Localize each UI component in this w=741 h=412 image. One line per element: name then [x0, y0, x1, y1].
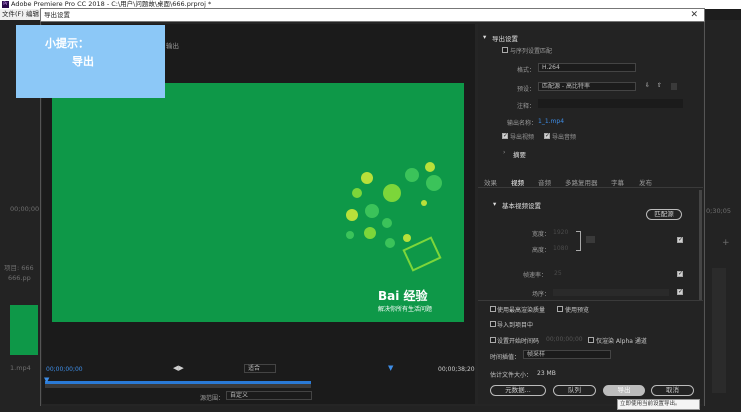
menu-file[interactable]: 文件(F)	[2, 9, 24, 20]
cancel-button[interactable]: 取消	[651, 385, 694, 396]
comment-input[interactable]	[538, 99, 683, 108]
bg-timecode-left: 00;00;00	[10, 205, 40, 213]
start-tc-value[interactable]: 00;00;00;00	[546, 336, 583, 343]
bg-add-icon: +	[722, 238, 730, 248]
close-icon[interactable]: ✕	[690, 9, 698, 21]
import-preset-icon[interactable]: ⇧	[657, 82, 662, 89]
tab-multiplexer[interactable]: 多路复用器	[565, 177, 598, 187]
dialog-title: 导出设置	[44, 11, 70, 19]
mark-in-icon[interactable]: ◀▶	[173, 364, 184, 372]
tip-body: 导出	[72, 55, 94, 68]
output-name-link[interactable]: 1_1.mp4	[538, 118, 564, 125]
bg-project-label: 项目: 666	[4, 264, 34, 272]
queue-button[interactable]: 队列	[553, 385, 596, 396]
output-name-label: 输出名称：	[507, 120, 538, 127]
export-video-label: 导出视频	[510, 134, 535, 141]
render-alpha-label: 仅渲染 Alpha 通道	[596, 338, 647, 345]
field-order-select[interactable]	[553, 289, 669, 296]
export-audio-checkbox[interactable]	[544, 132, 550, 139]
format-label: 格式：	[517, 67, 536, 74]
timeline-marker-icon[interactable]: ▼	[388, 364, 393, 372]
tab-effects[interactable]: 效果	[484, 177, 497, 187]
export-video-checkbox[interactable]	[502, 132, 508, 139]
bg-clip-label: 1.mp4	[10, 364, 31, 372]
use-previews-label: 使用预览	[565, 307, 590, 314]
time-interp-label: 时间插值：	[490, 354, 521, 361]
premiere-app-icon: Pr	[2, 1, 9, 8]
export-tooltip: 立即使用当前设置导出。	[617, 399, 700, 410]
dialog-title-bar: 导出设置 ✕	[40, 8, 705, 22]
settings-scrollbar[interactable]	[699, 190, 702, 300]
bg-file-label: 666.pp	[8, 274, 31, 282]
fit-select[interactable]: 适合	[244, 364, 276, 373]
tip-overlay: 小提示： 导出	[16, 25, 165, 98]
timecode-start[interactable]: 00;00;00;00	[46, 366, 83, 373]
height-value[interactable]: 1080	[553, 245, 568, 252]
tab-captions[interactable]: 字幕	[611, 177, 624, 187]
bottom-divider	[478, 300, 703, 301]
bg-timecode-right: 0;30;05	[706, 207, 732, 215]
brand-text: Bai 经验	[378, 289, 428, 303]
brand-slogan: 解决你所有生活问题	[378, 306, 433, 313]
save-preset-icon[interactable]: ⇩	[645, 82, 650, 89]
basic-video-header: 基本视频设置	[502, 202, 541, 210]
collapse-basic-video-icon[interactable]: ▾	[493, 200, 496, 208]
field-order-label: 场序：	[532, 291, 551, 298]
format-select[interactable]: H.264	[538, 63, 636, 72]
tip-label: 小提示：	[45, 37, 89, 50]
import-project-checkbox[interactable]	[490, 321, 496, 327]
constrain-icon[interactable]	[586, 236, 595, 243]
height-label: 高度：	[532, 247, 551, 254]
summary-expand-icon[interactable]: ›	[503, 149, 505, 156]
timeline-track[interactable]	[45, 384, 311, 388]
summary-label[interactable]: 摘要	[513, 149, 526, 159]
time-interp-select[interactable]: 帧采样	[523, 350, 611, 359]
preset-select[interactable]: 匹配源 - 高比特率	[538, 82, 636, 91]
export-settings-header: 导出设置	[492, 35, 518, 43]
max-render-label: 使用最高渲染质量	[497, 307, 546, 314]
width-label: 宽度：	[532, 231, 551, 238]
set-start-tc-label: 设置开始时间码	[497, 338, 540, 345]
collapse-export-settings-icon[interactable]: ▾	[483, 33, 486, 41]
match-size-checkbox[interactable]	[677, 236, 683, 243]
range-label: 源范围：	[200, 395, 225, 402]
timecode-end: 00;00;38;20	[438, 366, 475, 373]
link-bracket	[576, 231, 581, 251]
match-sequence-checkbox[interactable]	[502, 47, 508, 53]
match-frame-rate-checkbox[interactable]	[677, 270, 683, 277]
file-size-label: 估计文件大小：	[490, 372, 533, 379]
range-select[interactable]: 自定义	[226, 391, 312, 400]
tab-audio[interactable]: 音频	[538, 177, 551, 187]
menu-edit[interactable]: 编辑	[26, 9, 39, 20]
export-button[interactable]: 导出	[603, 385, 645, 396]
playhead-icon[interactable]: ▼	[44, 376, 49, 384]
frame-rate-value[interactable]: 25	[554, 270, 562, 277]
match-sequence-label: 与序列设置匹配	[510, 48, 553, 55]
comment-label: 注释：	[517, 103, 536, 110]
width-value[interactable]: 1920	[553, 229, 568, 236]
render-alpha-checkbox[interactable]	[588, 337, 594, 343]
tab-output[interactable]: 输出	[166, 40, 179, 50]
max-render-checkbox[interactable]	[490, 306, 496, 312]
match-source-button[interactable]: 匹配源	[646, 209, 682, 220]
frame-rate-label: 帧速率：	[523, 272, 548, 279]
match-field-order-checkbox[interactable]	[677, 288, 683, 295]
delete-preset-icon[interactable]	[671, 83, 677, 90]
set-start-tc-checkbox[interactable]	[490, 337, 496, 343]
tabs-divider	[478, 187, 703, 188]
export-audio-label: 导出音频	[552, 134, 577, 141]
tab-publish[interactable]: 发布	[639, 177, 652, 187]
metadata-button[interactable]: 元数据...	[490, 385, 546, 396]
file-size-value: 23 MB	[537, 370, 556, 377]
use-previews-checkbox[interactable]	[557, 306, 563, 312]
bg-clip-thumbnail	[10, 305, 38, 355]
import-project-label: 导入到项目中	[497, 322, 534, 329]
bg-audio-meter	[712, 268, 726, 393]
preset-label: 预设：	[517, 86, 536, 93]
